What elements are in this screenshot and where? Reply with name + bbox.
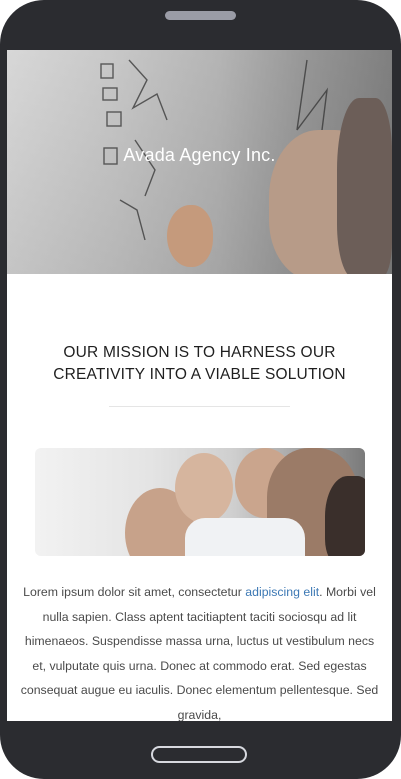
body-text-start: Lorem ipsum dolor sit amet, consectetur <box>23 585 246 599</box>
mission-line-1: OUR MISSION IS TO HARNESS OUR <box>63 344 336 361</box>
mission-heading: OUR MISSION IS TO HARNESS OUR CREATIVITY… <box>7 342 392 386</box>
hero-title: Avada Agency Inc. <box>123 145 276 165</box>
screen[interactable]: Avada Agency Inc. OUR MISSION IS TO HARN… <box>7 50 392 721</box>
hand-shape <box>167 205 213 267</box>
phone-frame: Avada Agency Inc. OUR MISSION IS TO HARN… <box>0 0 401 779</box>
mission-line-2: CREATIVITY INTO A VIABLE SOLUTION <box>53 366 346 383</box>
person-shape <box>175 453 233 523</box>
divider <box>109 406 290 407</box>
home-button[interactable] <box>151 746 247 763</box>
body-text-end: . Morbi vel nulla sapien. Class aptent t… <box>20 585 379 721</box>
hero-banner: Avada Agency Inc. <box>7 50 392 274</box>
person-shape <box>325 476 365 556</box>
speaker-grille <box>165 11 236 20</box>
shirt-shape <box>185 518 305 556</box>
team-image <box>35 448 365 556</box>
person-shape <box>337 98 392 274</box>
inline-link[interactable]: adipiscing elit <box>245 585 319 599</box>
body-paragraph: Lorem ipsum dolor sit amet, consectetur … <box>17 580 382 721</box>
